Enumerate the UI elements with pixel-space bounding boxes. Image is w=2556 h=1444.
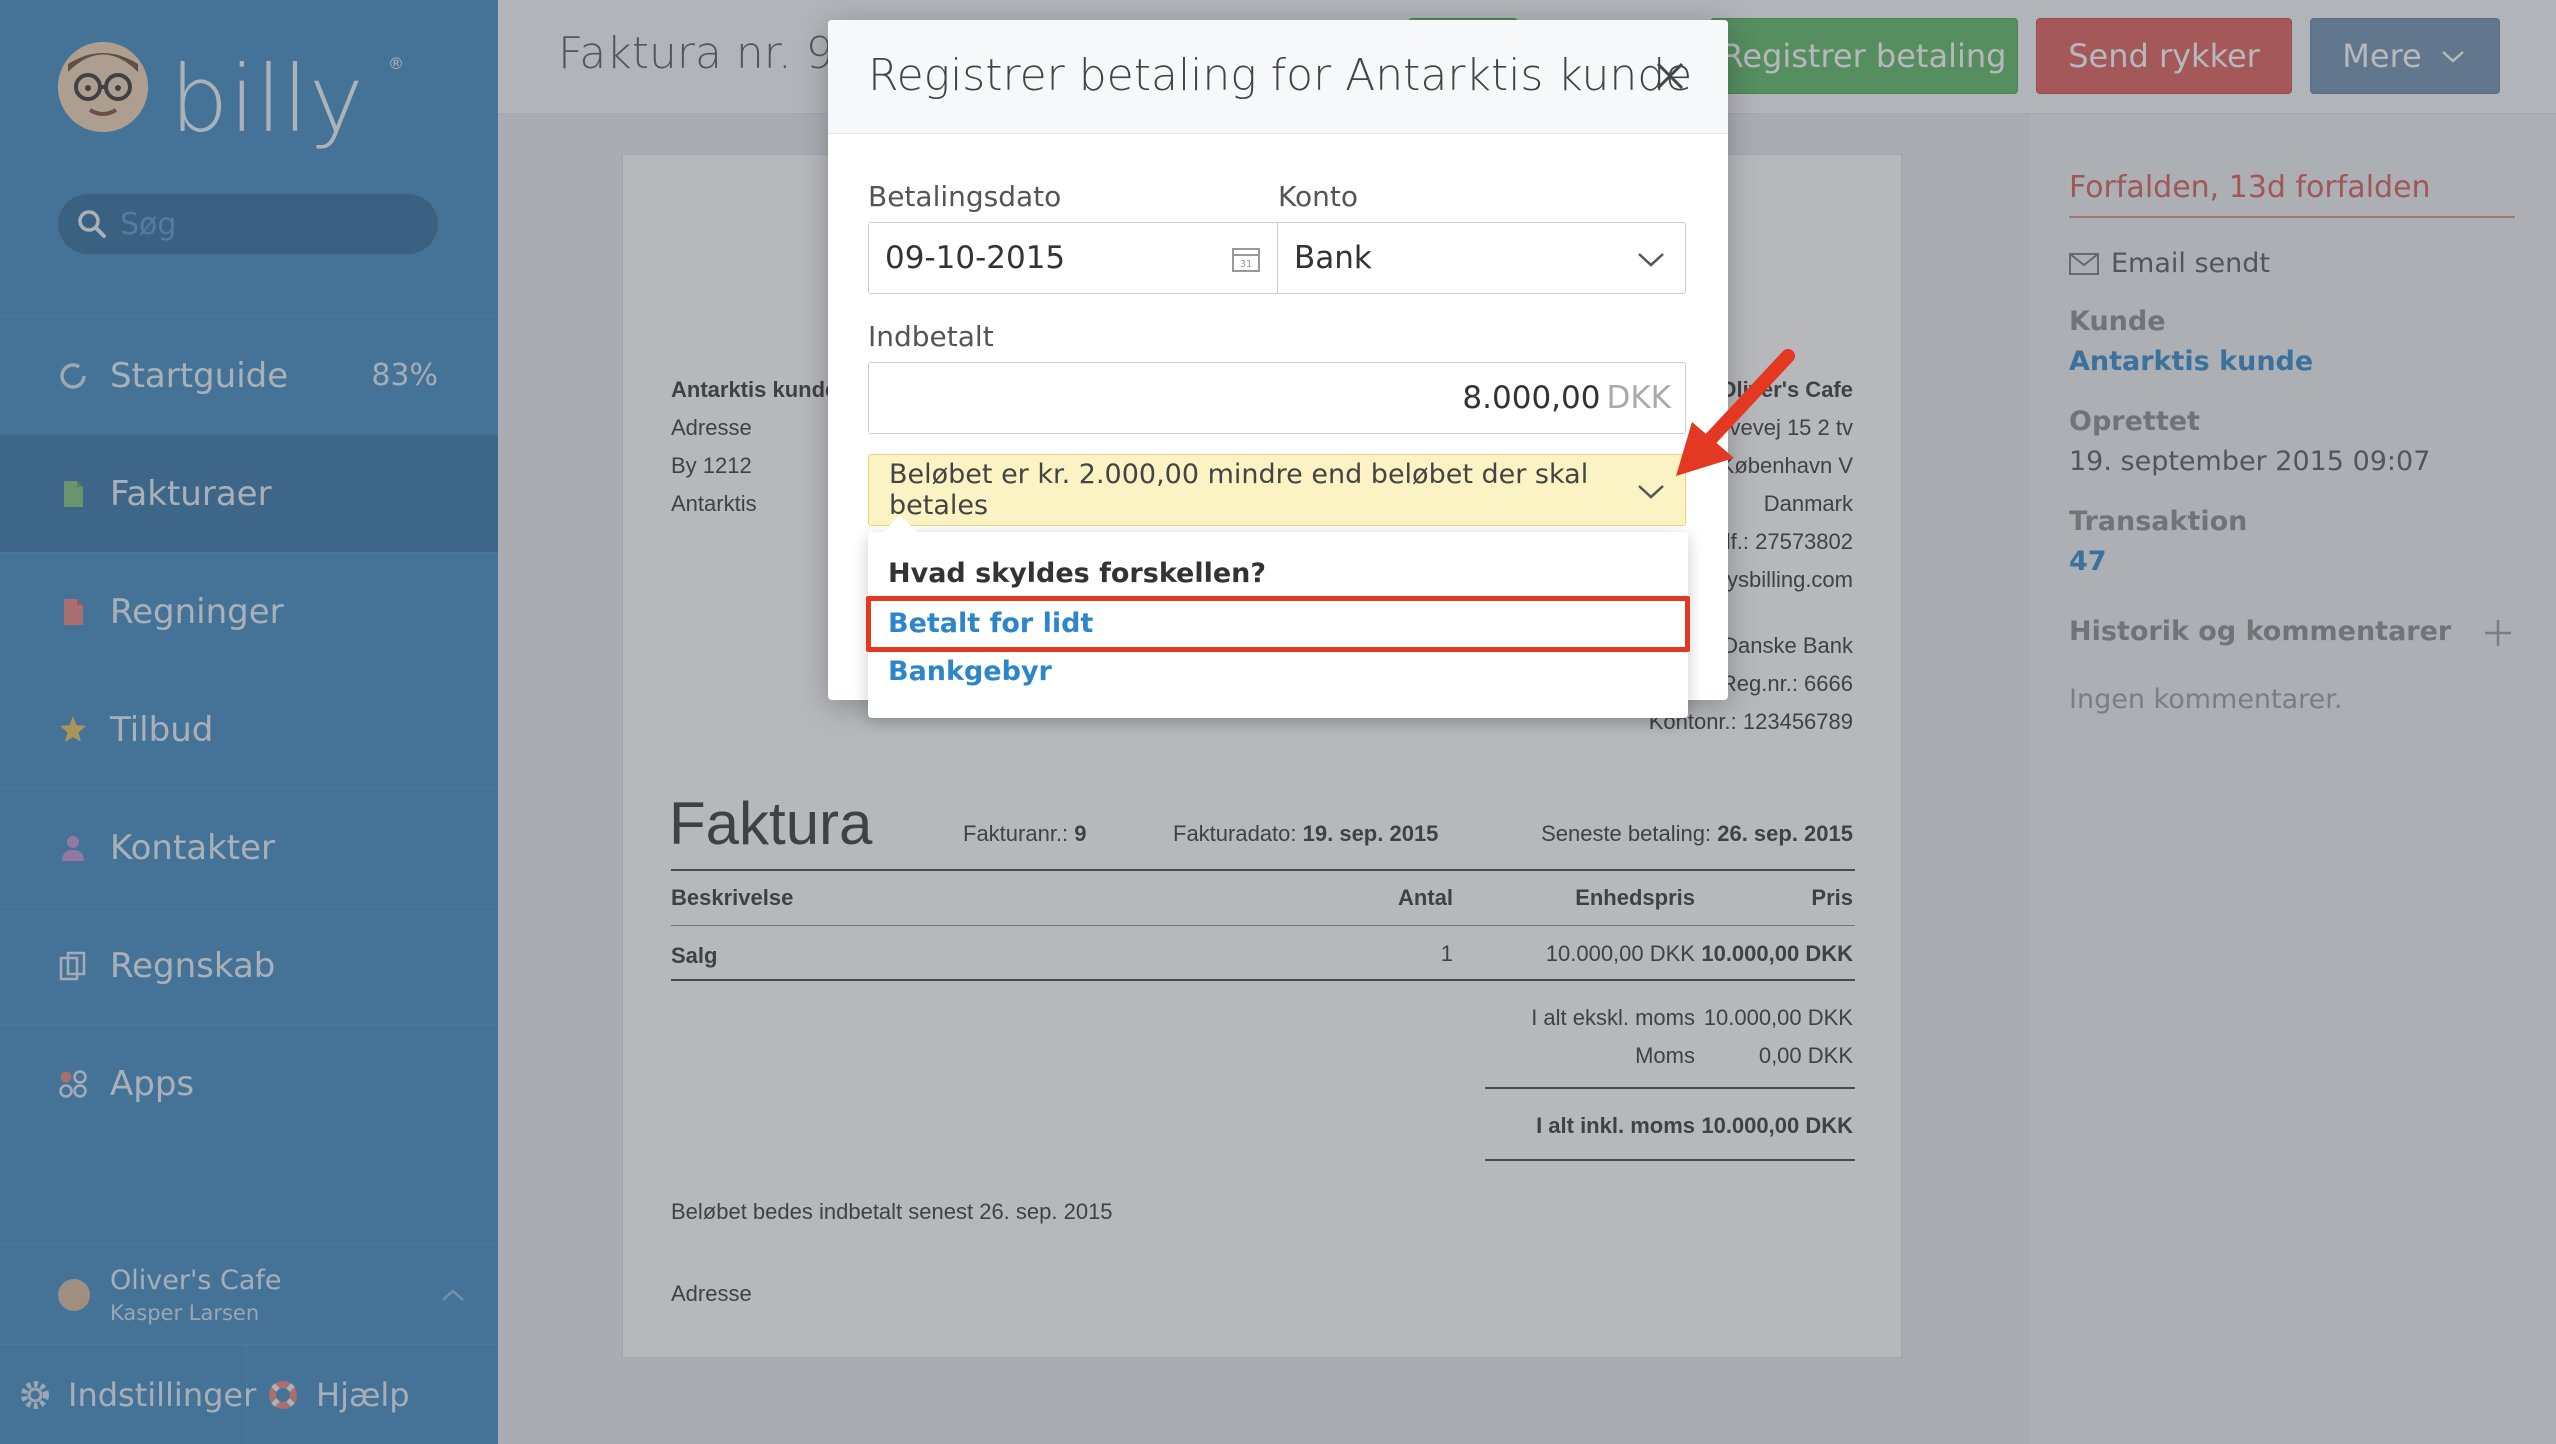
payment-date-value: 09-10-2015: [885, 240, 1066, 276]
dropdown-title: Hvad skyldes forskellen?: [888, 558, 1267, 589]
amount-difference-warning[interactable]: Beløbet er kr. 2.000,00 mindre end beløb…: [868, 454, 1686, 526]
option-bank-fee[interactable]: Bankgebyr: [888, 656, 1052, 687]
payment-date-field[interactable]: 09-10-2015 31: [868, 222, 1278, 294]
close-icon[interactable]: [1650, 56, 1690, 96]
chevron-down-icon: [1638, 253, 1664, 267]
annotation-highlight-box: [866, 596, 1690, 652]
amount-label: Indbetalt: [868, 320, 994, 353]
calendar-icon[interactable]: 31: [1231, 245, 1261, 273]
warning-text: Beløbet er kr. 2.000,00 mindre end beløb…: [889, 459, 1589, 521]
modal-header: Registrer betaling for Antarktis kunde: [828, 20, 1728, 134]
annotation-arrow-icon: [1676, 349, 1795, 476]
payment-date-label: Betalingsdato: [868, 180, 1062, 213]
account-select-value: Bank: [1294, 240, 1372, 276]
amount-value: 8.000,00: [1462, 380, 1601, 416]
amount-input[interactable]: 8.000,00 DKK: [868, 362, 1686, 434]
account-label: Konto: [1278, 180, 1358, 213]
amount-currency: DKK: [1606, 380, 1671, 416]
modal-title: Registrer betaling for Antarktis kunde: [868, 50, 1693, 101]
account-select[interactable]: Bank: [1277, 222, 1686, 294]
chevron-down-icon: [1638, 485, 1664, 499]
svg-text:31: 31: [1240, 259, 1253, 270]
